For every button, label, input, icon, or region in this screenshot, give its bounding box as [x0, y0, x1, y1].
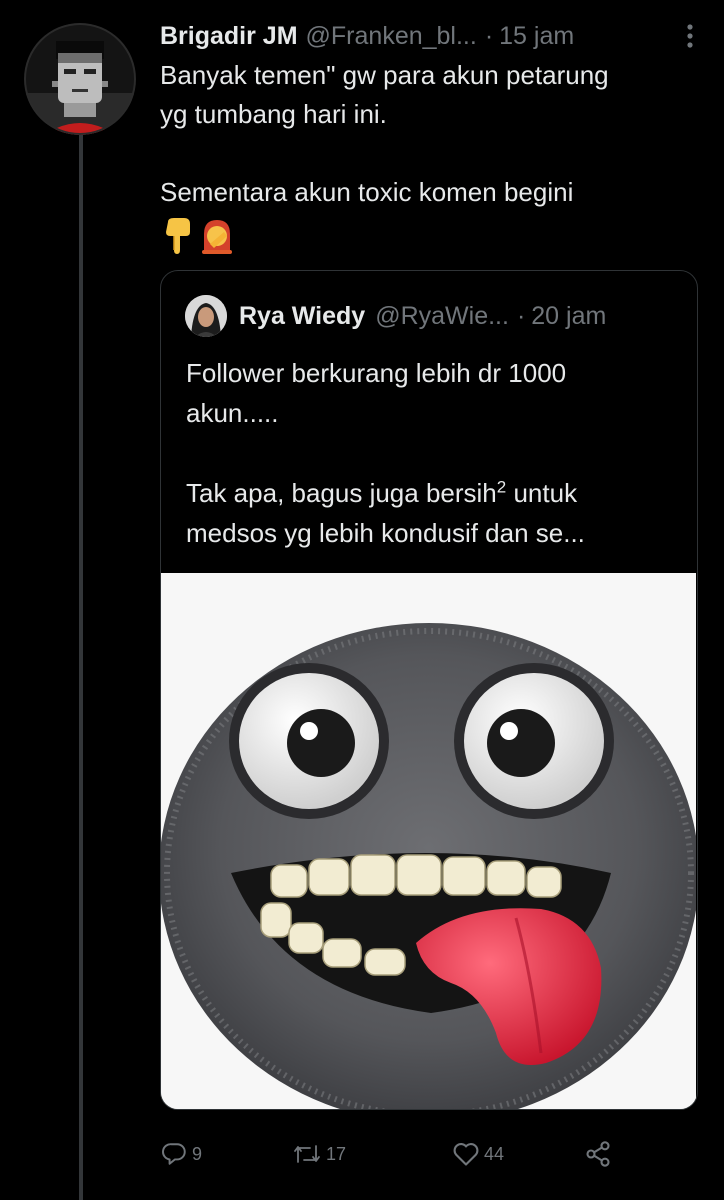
quoted-tweet-card[interactable]: Rya Wiedy @RyaWie... · 20 jam Follower b…	[160, 270, 698, 1110]
furry-monster-image	[161, 573, 697, 1109]
quoted-media-image[interactable]	[161, 573, 697, 1109]
quoted-author-name[interactable]: Rya Wiedy	[239, 302, 365, 331]
emoji-row	[162, 218, 234, 258]
tweet-text-line: Banyak temen" gw para akun petarung	[160, 60, 609, 90]
thread-line	[79, 134, 83, 1200]
like-count: 44	[484, 1143, 505, 1164]
share-icon	[586, 1141, 610, 1167]
woman-facepalming-icon	[202, 220, 232, 254]
reply-count: 9	[192, 1143, 203, 1164]
backhand-index-pointing-down-icon	[166, 218, 190, 254]
separator-dot: ·	[484, 21, 494, 50]
author-handle[interactable]: @Franken_bl...	[306, 22, 477, 51]
quoted-avatar-image	[185, 295, 227, 337]
retweet-count: 17	[326, 1143, 347, 1164]
more-icon	[687, 24, 693, 48]
retweet-icon	[294, 1145, 320, 1163]
quoted-tweet-text: Follower berkurang lebih dr 1000 akun...…	[186, 353, 681, 553]
quoted-text-segment: Tak apa, bagus juga bersih	[186, 478, 497, 508]
quoted-text-line: medsos yg lebih kondusif dan se...	[186, 518, 585, 548]
tweet-text-line: Sementara akun toxic komen begini	[160, 177, 574, 207]
reply-icon	[162, 1143, 186, 1165]
quoted-text-line: Tak apa, bagus juga bersih2 untuk	[186, 473, 681, 513]
author-name[interactable]: Brigadir JM	[160, 22, 298, 51]
retweet-button[interactable]: 17	[292, 1141, 452, 1167]
superscript: 2	[496, 477, 507, 497]
reply-button[interactable]: 9	[162, 1141, 292, 1167]
tweet-time[interactable]: 15 jam	[499, 22, 574, 51]
quoted-text-line: akun.....	[186, 398, 279, 428]
heart-icon	[453, 1143, 479, 1166]
tweet-text: Banyak temen" gw para akun petarung yg t…	[160, 56, 710, 212]
quoted-tweet-time[interactable]: 20 jam	[531, 302, 606, 331]
avatar-image	[24, 23, 136, 135]
quoted-text-segment: untuk	[506, 478, 578, 508]
separator-dot: ·	[516, 301, 526, 330]
quoted-tweet-header: Rya Wiedy @RyaWie... · 20 jam	[239, 297, 606, 335]
share-button[interactable]	[584, 1140, 612, 1168]
tweet-header: Brigadir JM @Franken_bl... · 15 jam	[160, 18, 710, 54]
quoted-text-line: Follower berkurang lebih dr 1000	[186, 358, 567, 388]
quoted-author-avatar[interactable]	[185, 295, 227, 337]
tweet-text-line: yg tumbang hari ini.	[160, 99, 387, 129]
more-options-button[interactable]	[674, 18, 706, 54]
quoted-author-handle[interactable]: @RyaWie...	[375, 302, 509, 331]
like-button[interactable]: 44	[452, 1141, 584, 1167]
tweet-action-bar: 9 17 44	[162, 1134, 632, 1174]
avatar[interactable]	[24, 23, 136, 135]
